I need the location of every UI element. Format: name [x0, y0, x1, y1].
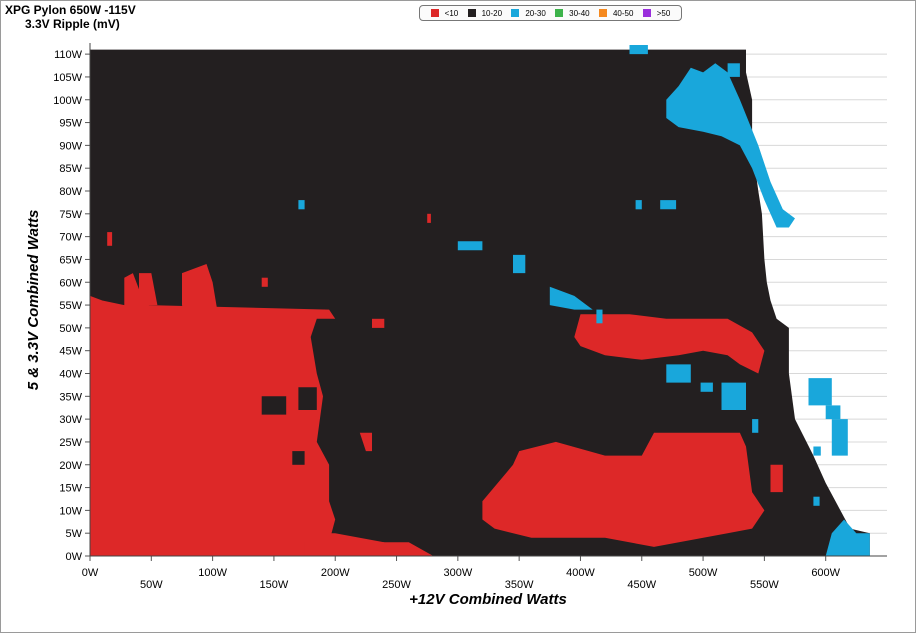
heatmap-region [261, 277, 268, 287]
x-tick-label: 200W [321, 567, 350, 579]
x-tick-label: 250W [382, 579, 411, 591]
heatmap-region [427, 213, 431, 223]
y-tick-label: 60W [59, 277, 82, 289]
y-tick-label: 100W [53, 95, 82, 107]
heatmap-region [721, 382, 746, 410]
x-axis-ticks: 0W 50W 100W 150W 200W 250W 300W 350W 400W 450W 500… [82, 555, 887, 591]
heatmap-region [629, 45, 648, 55]
y-tick-label: 55W [59, 300, 82, 312]
x-tick-label: 150W [260, 579, 289, 591]
heatmap-region [292, 451, 305, 465]
x-tick-label: 300W [443, 567, 472, 579]
heatmap-region [298, 387, 317, 410]
y-tick-label: 0W [66, 551, 83, 563]
y-tick-label: 80W [59, 186, 82, 198]
heatmap-region [666, 364, 691, 383]
heatmap-region [596, 309, 603, 324]
y-tick-label: 5W [66, 528, 83, 540]
x-axis-title: +12V Combined Watts [409, 591, 567, 608]
y-tick-label: 65W [59, 254, 82, 266]
plot-area [90, 45, 870, 556]
y-tick-label: 20W [59, 460, 82, 472]
y-tick-label: 90W [59, 140, 82, 152]
heatmap-region [752, 419, 759, 433]
x-tick-label: 600W [811, 567, 840, 579]
y-axis-title: 5 & 3.3V Combined Watts [25, 210, 42, 391]
heatmap-region [813, 496, 820, 506]
y-tick-label: 110W [54, 49, 83, 61]
y-tick-label: 85W [59, 163, 82, 175]
x-tick-label: 450W [627, 579, 656, 591]
y-tick-label: 25W [59, 437, 82, 449]
heatmap-region [831, 419, 848, 456]
heatmap-region [298, 200, 305, 210]
y-tick-label: 95W [59, 118, 82, 130]
heatmap-region [770, 464, 783, 493]
heatmap-region [635, 200, 642, 210]
x-tick-label: 0W [82, 567, 99, 579]
x-tick-label: 50W [140, 579, 163, 591]
heatmap-region [700, 382, 713, 392]
heatmap-region [660, 200, 677, 210]
heatmap-region [813, 446, 821, 456]
heatmap-region [107, 232, 113, 246]
x-tick-label: 550W [750, 579, 779, 591]
x-tick-label: 100W [198, 567, 227, 579]
heatmap-chart: 0W 50W 100W 150W 200W 250W 300W 350W 400W 450W 500… [25, 43, 887, 608]
y-tick-label: 40W [59, 369, 82, 381]
y-tick-label: 15W [59, 483, 82, 495]
heatmap-region [727, 63, 740, 77]
heatmap-region [372, 318, 385, 328]
heatmap-region [825, 405, 841, 420]
y-tick-label: 50W [59, 323, 82, 335]
y-tick-label: 70W [59, 232, 82, 244]
x-tick-label: 350W [505, 579, 534, 591]
y-tick-label: 10W [59, 505, 82, 517]
heatmap-region [513, 254, 526, 274]
y-tick-label: 45W [59, 346, 82, 358]
heatmap-region [808, 378, 832, 406]
y-tick-label: 105W [53, 72, 82, 84]
x-tick-label: 400W [566, 567, 595, 579]
y-tick-label: 35W [59, 391, 82, 403]
heatmap-region [457, 241, 483, 251]
y-axis-ticks: 0W 5W 10W 15W 20W 25W 30W 35W 40W 45W 50W 55W 60W 65W… [53, 43, 91, 563]
x-tick-label: 500W [689, 567, 718, 579]
heatmap-region [261, 396, 287, 415]
y-tick-label: 75W [59, 209, 82, 221]
y-tick-label: 30W [59, 414, 82, 426]
